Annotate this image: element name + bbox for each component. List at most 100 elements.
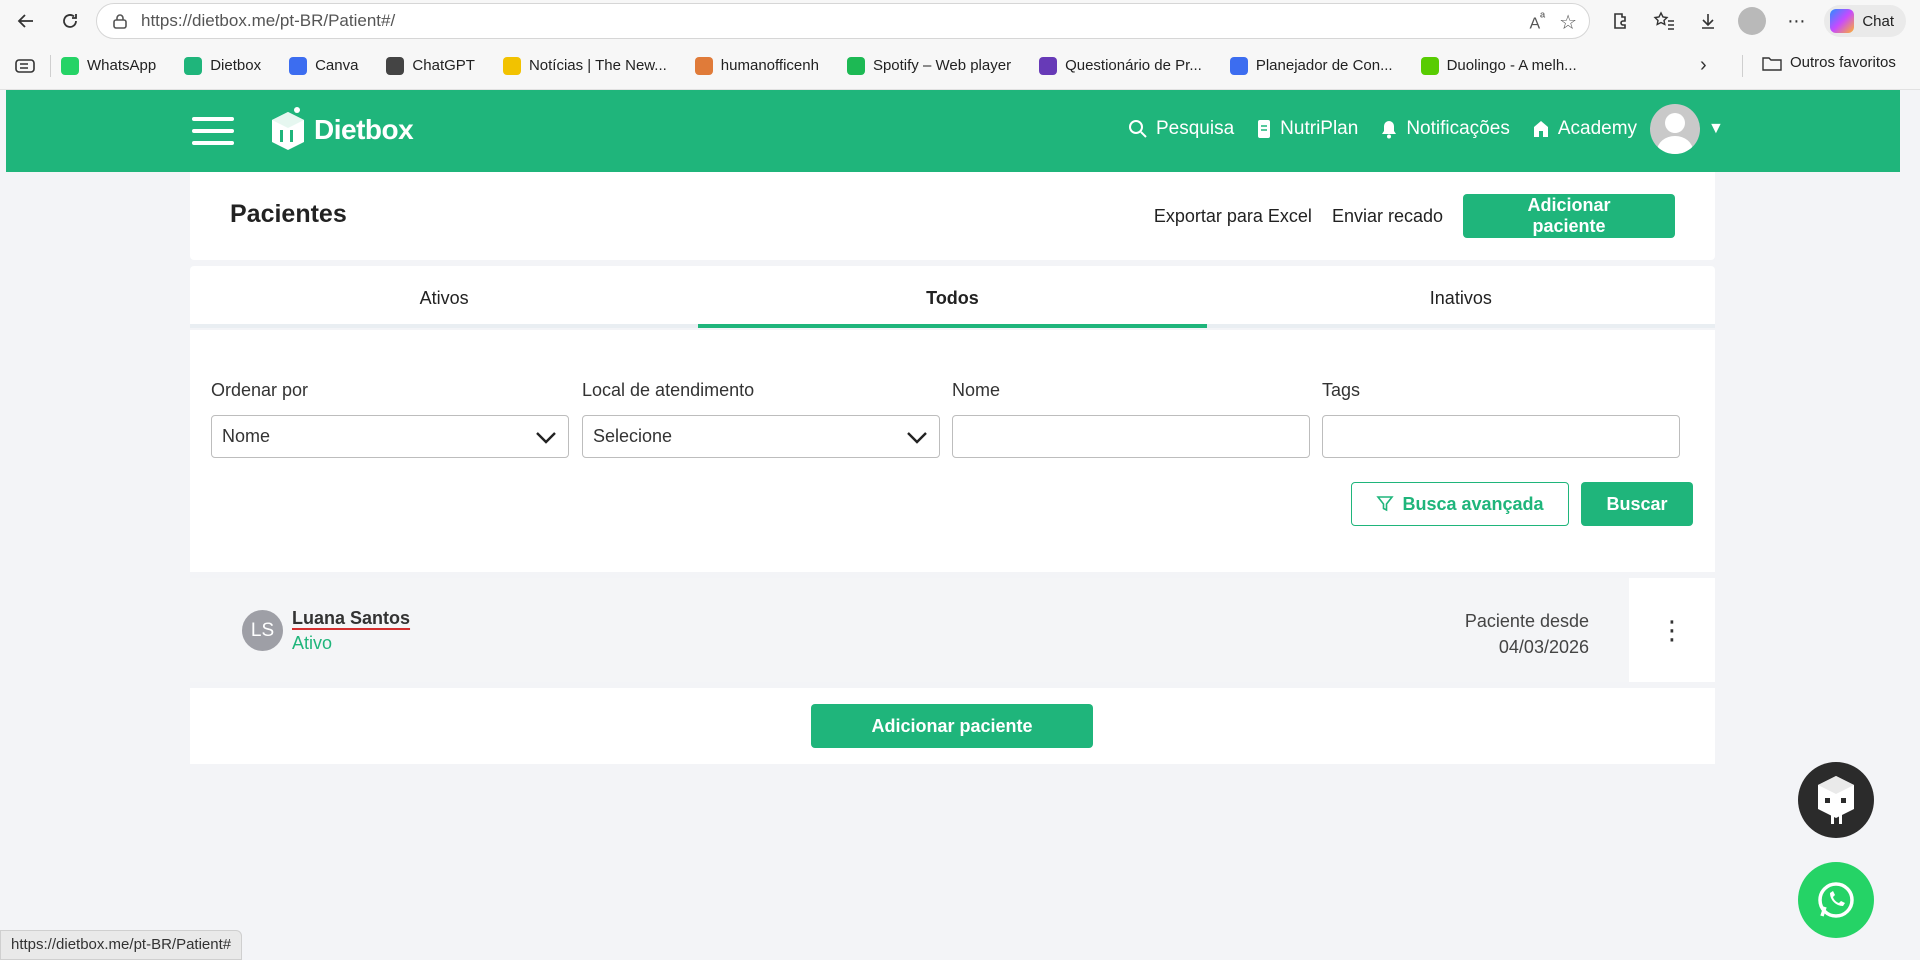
order-by-select[interactable]: Nome xyxy=(211,415,569,458)
search-icon xyxy=(1129,120,1147,138)
whatsapp-icon[interactable] xyxy=(1798,862,1874,938)
duolingo-icon xyxy=(1420,56,1439,75)
bookmark-label: humanofficenh xyxy=(720,57,819,74)
more-options-icon[interactable]: ⋯ xyxy=(1780,5,1812,37)
bookmark-label: WhatsApp xyxy=(87,57,157,74)
bookmark-item[interactable]: ChatGPT xyxy=(386,56,475,75)
patient-row[interactable]: LS Luana Santos Ativo Paciente desde 04/… xyxy=(190,578,1715,682)
patient-since-date: 04/03/2026 xyxy=(1498,637,1589,657)
patient-since: Paciente desde 04/03/2026 xyxy=(1465,608,1589,660)
spotify-icon xyxy=(846,56,865,75)
bookmarks-more-icon[interactable]: › xyxy=(1700,54,1707,77)
chatbot-icon[interactable] xyxy=(1798,762,1874,838)
bookmark-label: Dietbox xyxy=(210,57,262,74)
bookmark-item[interactable]: Dietbox xyxy=(184,56,262,75)
bookmark-item[interactable]: Spotify – Web player xyxy=(846,56,1012,75)
app-header: Dietbox Pesquisa NutriPlan Notificações … xyxy=(6,90,1900,172)
dietbox-logo-icon xyxy=(272,107,304,150)
bookmark-item[interactable]: Notícias | The New... xyxy=(502,56,667,75)
read-aloud-icon[interactable]: Aª xyxy=(1529,10,1545,35)
send-message-link[interactable]: Enviar recado xyxy=(1332,206,1443,227)
nav-pesquisa[interactable]: Pesquisa xyxy=(1128,118,1234,140)
profile-icon[interactable] xyxy=(1736,5,1768,37)
order-by-label: Ordenar por xyxy=(211,380,309,400)
tags-label: Tags xyxy=(1322,380,1361,400)
location-value: Selecione xyxy=(593,426,673,446)
other-favorites[interactable]: Outros favoritos xyxy=(1762,54,1896,71)
advanced-search-button[interactable]: Busca avançada xyxy=(1351,482,1569,526)
nav-academy[interactable]: Academy xyxy=(1532,118,1637,140)
extensions-icon[interactable] xyxy=(1604,5,1636,37)
footer-card: Adicionar paciente xyxy=(190,688,1715,764)
favorite-star-icon[interactable]: ☆ xyxy=(1559,10,1577,35)
academy-icon xyxy=(1533,121,1548,137)
forms-icon xyxy=(1039,56,1058,75)
dietbox-logo[interactable]: Dietbox xyxy=(268,106,414,154)
url-text[interactable]: https://dietbox.me/pt-BR/Patient#/ xyxy=(141,11,395,31)
dietbox-icon xyxy=(184,56,203,75)
nav-notificacoes[interactable]: Notificações xyxy=(1380,118,1510,140)
nav-academy-label: Academy xyxy=(1557,118,1638,139)
bookmark-label: Planejador de Con... xyxy=(1255,57,1393,74)
refresh-icon[interactable] xyxy=(52,3,88,39)
bookmarks-bar: WhatsApp Dietbox Canva ChatGPT Notícias | Th… xyxy=(0,42,1920,90)
copilot-chat-button[interactable]: Chat xyxy=(1824,5,1906,37)
bookmark-item[interactable]: Duolingo - A melh... xyxy=(1420,56,1577,75)
search-button[interactable]: Buscar xyxy=(1581,482,1693,526)
chevron-down-icon xyxy=(907,432,927,444)
chevron-down-icon xyxy=(536,432,556,444)
bell-icon xyxy=(1382,121,1397,139)
bookmark-label: Spotify – Web player xyxy=(872,57,1012,74)
other-favorites-label: Outros favoritos xyxy=(1790,54,1896,71)
bookmark-item[interactable]: humanofficenh xyxy=(694,56,819,75)
tab-inativos[interactable]: Inativos xyxy=(1206,266,1715,328)
chatgpt-icon xyxy=(386,56,405,75)
bookmark-label: Duolingo - A melh... xyxy=(1446,57,1577,74)
bookmark-item[interactable]: Canva xyxy=(289,56,358,75)
order-by-value: Nome xyxy=(222,426,271,446)
patient-name-link[interactable]: Luana Santos xyxy=(292,608,410,629)
nav-notificacoes-label: Notificações xyxy=(1406,118,1510,139)
page-header-card: Pacientes Exportar para Excel Enviar rec… xyxy=(190,172,1715,260)
address-bar[interactable]: https://dietbox.me/pt-BR/Patient#/ Aª ☆ xyxy=(96,3,1590,39)
favorites-icon[interactable] xyxy=(1648,5,1680,37)
name-input[interactable] xyxy=(952,415,1310,458)
patient-options-icon[interactable]: ⋮ xyxy=(1629,578,1715,682)
patient-since-label: Paciente desde xyxy=(1464,611,1589,631)
download-icon[interactable] xyxy=(1692,5,1724,37)
news-icon xyxy=(502,56,521,75)
patient-status: Ativo xyxy=(292,633,333,653)
add-patient-button[interactable]: Adicionar paciente xyxy=(1463,194,1675,238)
bookmark-label: ChatGPT xyxy=(412,57,475,74)
brand-name: Dietbox xyxy=(314,114,414,145)
user-menu[interactable]: ▼ xyxy=(1650,104,1724,154)
patient-initials-avatar: LS xyxy=(242,610,283,651)
sidebar-toggle-icon[interactable] xyxy=(0,58,50,74)
menu-icon[interactable] xyxy=(192,117,234,145)
nav-nutriplan[interactable]: NutriPlan xyxy=(1256,118,1358,140)
share-icon xyxy=(694,56,713,75)
filter-card: Ordenar por Nome Local de atendimento Se… xyxy=(190,330,1715,572)
caret-down-icon[interactable]: ▼ xyxy=(1708,120,1724,138)
status-bar-url: https://dietbox.me/pt-BR/Patient# xyxy=(0,930,243,960)
bookmark-item[interactable]: Questionário de Pr... xyxy=(1039,56,1202,75)
nav-pesquisa-label: Pesquisa xyxy=(1156,118,1235,139)
copilot-label: Chat xyxy=(1862,12,1894,30)
bookmark-item[interactable]: WhatsApp xyxy=(61,56,157,75)
tags-input[interactable] xyxy=(1322,415,1680,458)
page-title: Pacientes xyxy=(230,200,347,228)
avatar[interactable] xyxy=(1650,104,1700,154)
add-patient-footer-button[interactable]: Adicionar paciente xyxy=(811,704,1093,748)
export-excel-link[interactable]: Exportar para Excel xyxy=(1154,206,1312,227)
document-icon xyxy=(1258,120,1271,138)
lock-icon[interactable] xyxy=(111,12,129,30)
tab-todos[interactable]: Todos xyxy=(698,266,1207,328)
back-icon[interactable] xyxy=(8,3,44,39)
canva-icon xyxy=(1229,56,1248,75)
folder-icon xyxy=(1762,56,1782,71)
location-select[interactable]: Selecione xyxy=(582,415,940,458)
bookmark-item[interactable]: Planejador de Con... xyxy=(1229,56,1393,75)
whatsapp-icon xyxy=(61,56,79,75)
tab-ativos[interactable]: Ativos xyxy=(190,266,699,328)
bookmark-label: Notícias | The New... xyxy=(528,57,667,74)
